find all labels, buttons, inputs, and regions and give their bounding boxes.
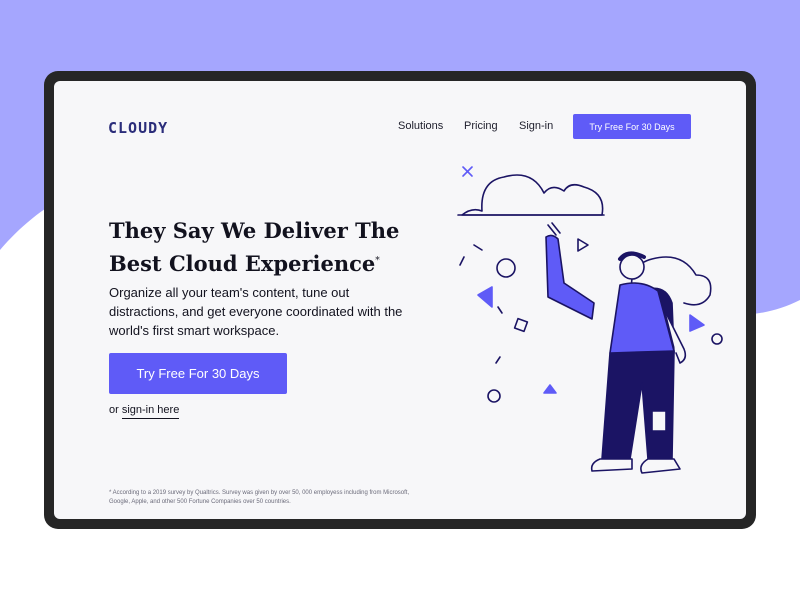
person-icon [545, 234, 595, 320]
nav-sign-in[interactable]: Sign-in [519, 120, 553, 132]
survey-footnote: * According to a 2019 survey by Qualtric… [109, 490, 410, 505]
circle-icon [496, 258, 516, 278]
header-try-free-button[interactable]: Try Free For 30 Days [573, 114, 691, 139]
alt-sign-in-prefix: or [109, 404, 119, 416]
hero-illustration [457, 166, 723, 474]
hero-try-free-button[interactable]: Try Free For 30 Days [109, 353, 287, 394]
alt-sign-in: or sign-in here [109, 404, 180, 419]
brand-logo[interactable]: CLOUDY [108, 119, 168, 137]
nav-pricing[interactable]: Pricing [464, 120, 498, 132]
nav-solutions[interactable]: Solutions [398, 120, 443, 132]
hero-headline: They Say We Deliver The Best Cloud Exper… [109, 216, 439, 279]
circle-icon [487, 389, 501, 403]
square-icon [513, 317, 529, 333]
triangle-icon [577, 238, 589, 252]
cloud-icon [461, 174, 604, 216]
triangle-icon [689, 314, 705, 332]
headline-footnote-mark: * [375, 256, 380, 266]
hero-subtext: Organize all your team's content, tune o… [109, 285, 403, 338]
hero-headline-text: They Say We Deliver The Best Cloud Exper… [109, 218, 400, 276]
x-icon [462, 166, 473, 177]
triangle-icon [477, 286, 493, 308]
circle-icon [711, 333, 723, 345]
sign-in-link[interactable]: sign-in here [121, 404, 180, 419]
device-frame: CLOUDY Solutions Pricing Sign-in Try Fre… [44, 71, 756, 529]
triangle-icon [543, 384, 557, 394]
landing-page: CLOUDY Solutions Pricing Sign-in Try Fre… [54, 81, 746, 519]
